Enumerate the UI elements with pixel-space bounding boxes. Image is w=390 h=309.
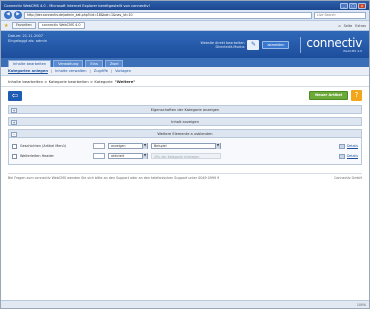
direct-edit-icon[interactable]: ✎	[247, 40, 260, 50]
tab-zwei[interactable]: Zwei	[104, 60, 124, 67]
header-actions: Website direkt bearbeiten Directedit-Mod…	[201, 37, 362, 53]
forward-nav-icon[interactable]: ▶	[14, 11, 22, 19]
user-login: Eingeloggt als: admin	[8, 38, 48, 43]
tab-webcms[interactable]: connectiv WebCMS 4.0	[37, 22, 85, 29]
page-footer: Bei Fragen zum connectiv WebCMS wenden S…	[8, 173, 362, 180]
action-row: ⇦ Neuer Artikel ?	[1, 89, 369, 102]
tool-extras[interactable]: Extras	[355, 24, 366, 28]
back-nav-icon[interactable]: ◀	[4, 11, 12, 19]
subnav-vorlagen[interactable]: Vorlagen	[115, 69, 131, 73]
row-label: Geschichten (Artikel Menü)	[20, 144, 66, 148]
section-extras-body: Geschichten (Artikel Menü) anzeigen ▼ Bei…	[8, 138, 362, 165]
direct-edit-line2: Directedit-Modus	[215, 45, 245, 49]
tab-favorites[interactable]: Favoriten	[12, 22, 36, 29]
search-input[interactable]: Live Search	[314, 11, 366, 19]
main-tabs: Inhalte bearbeiten Verwaltung Eins Zwei	[1, 58, 369, 67]
url-input[interactable]: http://der.connectiv.de/admin_kat.php?ci…	[24, 11, 312, 19]
subnav-inhalte[interactable]: Inhalte verwalten	[55, 69, 86, 73]
section-title: Inhalt anzeigen	[171, 119, 199, 124]
breadcrumb-path[interactable]: Inhalte bearbeiten > Kategorie bearbeite…	[8, 79, 113, 84]
expand-icon[interactable]: +	[11, 119, 17, 125]
breadcrumb-current: "Weitere"	[114, 78, 136, 84]
zoom-level[interactable]: 100%	[346, 303, 366, 307]
address-bar: ◀ ▶ http://der.connectiv.de/admin_kat.ph…	[1, 10, 369, 21]
select-value: aktiviert	[111, 154, 125, 158]
browser-window: Connectiv WebCMS 4.0 - Microsoft Interne…	[0, 0, 370, 309]
favorites-star-icon[interactable]: ★	[4, 23, 10, 29]
details-icon	[338, 143, 345, 149]
row-checkbox[interactable]	[12, 153, 17, 159]
sub-nav: Kategorien anlegen | Inhalte verwalten |…	[1, 67, 369, 76]
home-icon[interactable]: ⌂	[339, 24, 341, 28]
section-extras[interactable]: - Weitere Elemente a usblenden	[8, 129, 362, 138]
breadcrumb: Inhalte bearbeiten > Kategorie bearbeite…	[1, 76, 369, 87]
arrow-left-icon: ⇦	[11, 90, 19, 100]
question-icon: ?	[354, 91, 359, 99]
expand-icon[interactable]: +	[11, 107, 17, 113]
row-empty-box	[93, 153, 105, 159]
close-icon[interactable]: x	[358, 2, 366, 9]
connectiv-logo: connectiv WebCMS 4.0	[300, 37, 362, 53]
outside-area	[370, 0, 390, 309]
chevron-down-icon: ▼	[142, 153, 147, 159]
direct-edit-text: Website direkt bearbeiten Directedit-Mod…	[201, 41, 245, 49]
title-bar: Connectiv WebCMS 4.0 - Microsoft Interne…	[1, 1, 369, 10]
section-title: Eigenschaften der Kategorie anzeigen	[150, 107, 220, 112]
section-properties[interactable]: + Eigenschaften der Kategorie anzeigen	[8, 105, 362, 114]
back-button[interactable]: ⇦	[8, 90, 22, 101]
extra-row: Weiterleiten Header aktiviert ▼ URL der K…	[12, 151, 358, 161]
new-article-button[interactable]: Neuer Artikel	[309, 91, 348, 100]
collapse-icon[interactable]: -	[11, 131, 17, 137]
section-title: Weitere Elemente a usblenden	[157, 131, 213, 136]
help-button[interactable]: ?	[351, 90, 362, 101]
footer-company[interactable]: Connectiv GmbH	[334, 176, 362, 180]
tab-eins[interactable]: Eins	[85, 60, 103, 67]
chevron-down-icon: ▼	[142, 143, 147, 149]
row-select-visibility[interactable]: anzeigen ▼	[108, 143, 148, 149]
row-select-status[interactable]: aktiviert ▼	[108, 153, 148, 159]
status-bar: 100%	[1, 300, 369, 308]
browser-tabs-bar: ★ Favoriten connectiv WebCMS 4.0 ⌂ Seite…	[1, 21, 369, 31]
window-controls: _ □ x	[340, 2, 366, 9]
minimize-icon[interactable]: _	[340, 2, 348, 9]
subnav-kategorien[interactable]: Kategorien anlegen	[8, 69, 48, 73]
details-label: Details	[346, 144, 358, 148]
row-label: Weiterleiten Header	[20, 154, 54, 158]
logo-word: connectiv	[306, 36, 362, 50]
subnav-zugriffe[interactable]: Zugriffe	[94, 69, 108, 73]
row-select-template[interactable]: Beispiel ▼	[151, 143, 221, 149]
extra-row: Geschichten (Artikel Menü) anzeigen ▼ Bei…	[12, 141, 358, 151]
row-empty-box	[93, 143, 105, 149]
select-value: Beispiel	[154, 144, 167, 148]
app-header: Datum: 21.11.2007 Eingeloggt als: admin …	[1, 31, 369, 58]
row-checkbox[interactable]	[12, 143, 17, 149]
row-url-input[interactable]: URL der Kategorie eintragen	[151, 153, 221, 159]
row-details-link[interactable]: Details	[338, 153, 358, 159]
row-details-link[interactable]: Details	[338, 143, 358, 149]
logout-button[interactable]: abmelden	[262, 41, 290, 49]
window-title: Connectiv WebCMS 4.0 - Microsoft Interne…	[4, 3, 150, 8]
footer-text: Bei Fragen zum connectiv WebCMS wenden S…	[8, 176, 220, 180]
tab-verwaltung[interactable]: Verwaltung	[53, 60, 84, 67]
tab-inhalte[interactable]: Inhalte bearbeiten	[8, 60, 52, 67]
maximize-icon[interactable]: □	[349, 2, 357, 9]
user-info: Datum: 21.11.2007 Eingeloggt als: admin	[8, 34, 108, 43]
chevron-down-icon: ▼	[215, 143, 220, 149]
browser-tools: ⌂ Seite Extras	[339, 24, 366, 28]
section-content[interactable]: + Inhalt anzeigen	[8, 117, 362, 126]
tool-page[interactable]: Seite	[344, 24, 353, 28]
select-value: anzeigen	[111, 144, 126, 148]
details-label: Details	[346, 154, 358, 158]
details-icon	[338, 153, 345, 159]
